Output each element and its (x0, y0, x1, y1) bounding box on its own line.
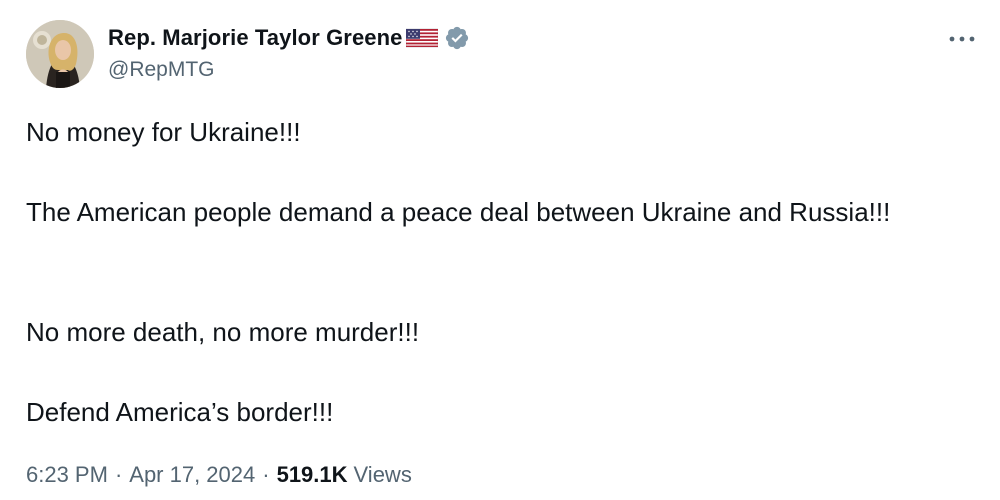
meta-separator: · (262, 462, 270, 487)
views-label: Views (353, 462, 412, 487)
author-name-row: Rep. Marjorie Taylor Greene (108, 24, 470, 52)
tweet-text-paragraph: The American people demand a peace deal … (26, 197, 891, 227)
author-display-name[interactable]: Rep. Marjorie Taylor Greene (108, 25, 403, 51)
verified-badge-icon[interactable] (444, 25, 470, 51)
avatar[interactable] (26, 20, 94, 88)
us-flag-icon (405, 27, 438, 49)
author-handle[interactable]: @RepMTG (108, 58, 215, 82)
tweet-date[interactable]: Apr 17, 2024 (129, 462, 255, 488)
more-horizontal-icon (949, 36, 975, 42)
tweet-text-paragraph: No money for Ukraine!!! (26, 117, 301, 147)
tweet-meta: 6:23 PM · Apr 17, 2024 · 519.1K Views (26, 462, 412, 488)
meta-separator: · (114, 462, 123, 487)
more-options-button[interactable] (940, 24, 984, 54)
tweet-text-paragraph: Defend America’s border!!! (26, 397, 334, 427)
tweet-text-paragraph: No more death, no more murder!!! (26, 317, 420, 347)
views-count[interactable]: 519.1K (277, 462, 348, 488)
tweet-time[interactable]: 6:23 PM (26, 462, 108, 488)
avatar-image (26, 20, 94, 88)
tweet-card: Rep. Marjorie Taylor Greene @RepMTG No m… (0, 0, 1000, 500)
